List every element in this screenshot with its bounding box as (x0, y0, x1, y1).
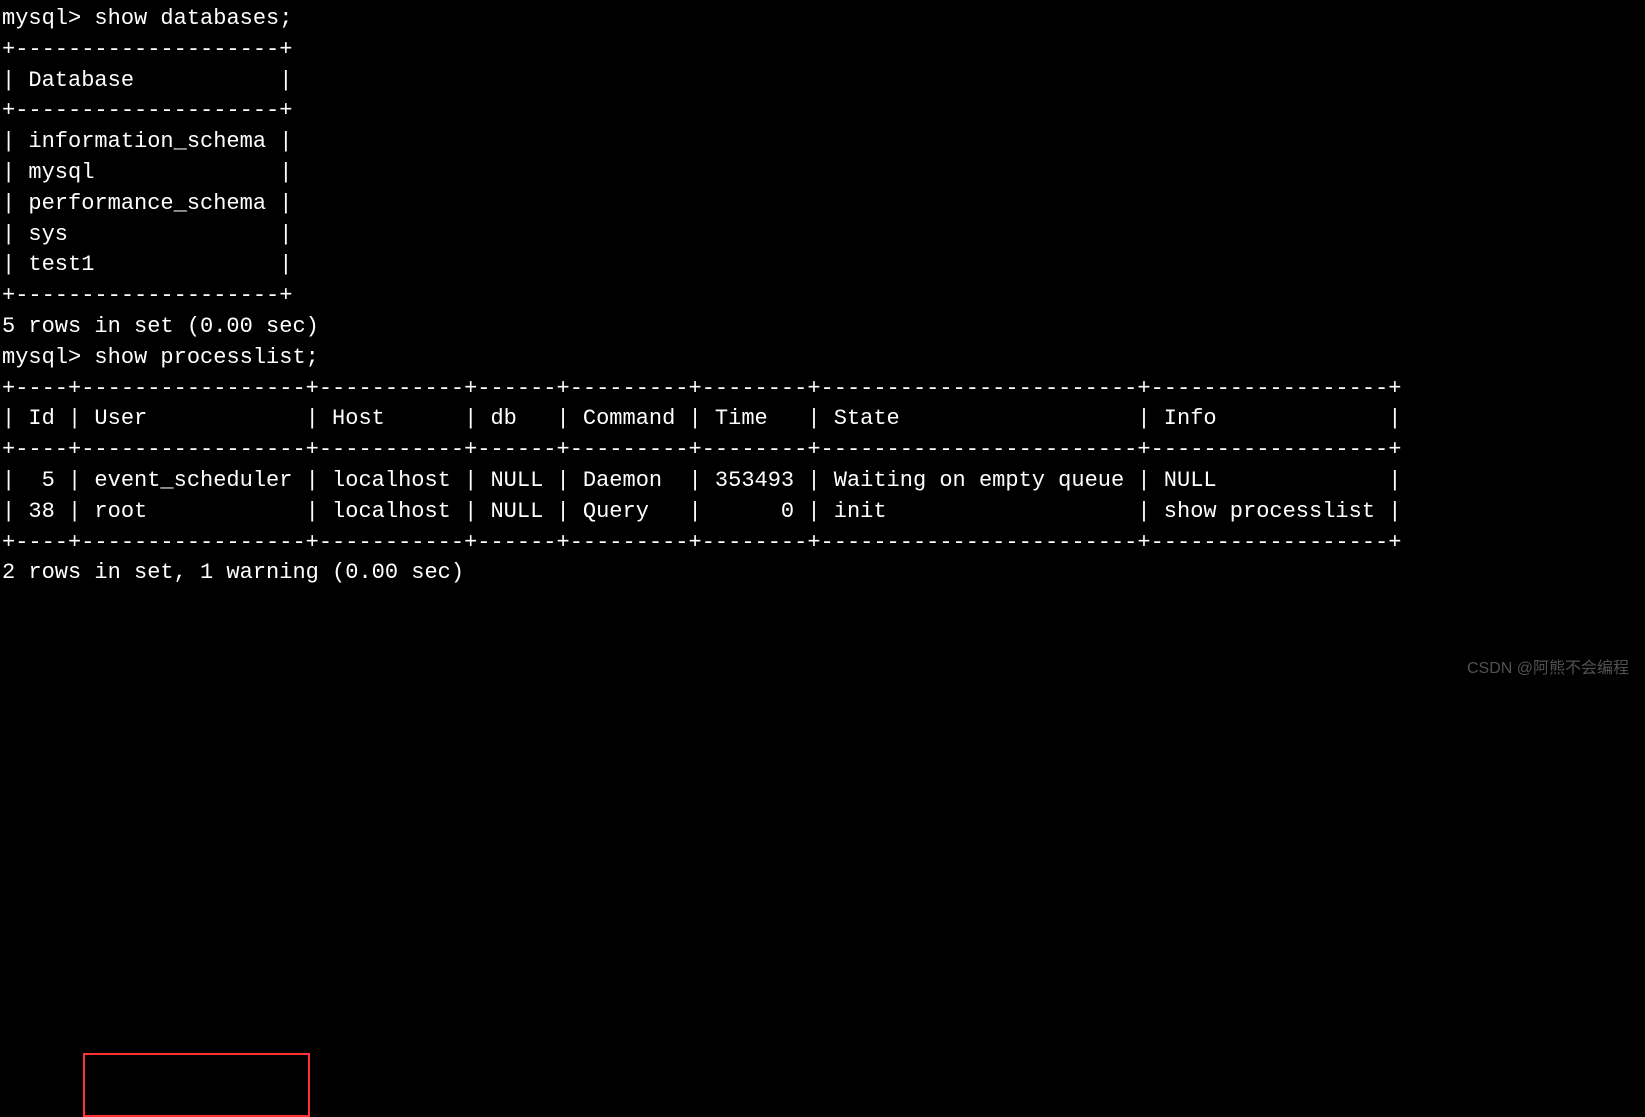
pl-table-border-bot: +----+-----------------+-----------+----… (2, 528, 1643, 559)
pl-table-row: | 38 | root | localhost | NULL | Query |… (2, 497, 1643, 528)
pl-table-border-mid: +----+-----------------+-----------+----… (2, 435, 1643, 466)
prompt-line-1: mysql> show databases; (2, 4, 1643, 35)
db-result-summary: 5 rows in set (0.00 sec) (2, 312, 1643, 343)
db-table-row: | sys | (2, 220, 1643, 251)
db-table-border-mid: +--------------------+ (2, 96, 1643, 127)
watermark-text: CSDN @阿熊不会编程 (1467, 658, 1629, 680)
highlight-box (83, 1053, 309, 1117)
pl-result-summary: 2 rows in set, 1 warning (0.00 sec) (2, 558, 1643, 589)
db-table-row: | performance_schema | (2, 189, 1643, 220)
command-show-databases[interactable]: show databases; (94, 6, 292, 31)
pl-table-header: | Id | User | Host | db | Command | Time… (2, 404, 1643, 435)
db-table-border-bot: +--------------------+ (2, 281, 1643, 312)
db-table-row: | information_schema | (2, 127, 1643, 158)
command-show-processlist[interactable]: show processlist; (94, 345, 318, 370)
mysql-prompt: mysql> (2, 6, 94, 31)
db-table-row: | test1 | (2, 250, 1643, 281)
prompt-line-2: mysql> show processlist; (2, 343, 1643, 374)
db-table-header: | Database | (2, 66, 1643, 97)
pl-table-border-top: +----+-----------------+-----------+----… (2, 374, 1643, 405)
db-table-border-top: +--------------------+ (2, 35, 1643, 66)
mysql-prompt: mysql> (2, 345, 94, 370)
db-table-row: | mysql | (2, 158, 1643, 189)
pl-table-row: | 5 | event_scheduler | localhost | NULL… (2, 466, 1643, 497)
